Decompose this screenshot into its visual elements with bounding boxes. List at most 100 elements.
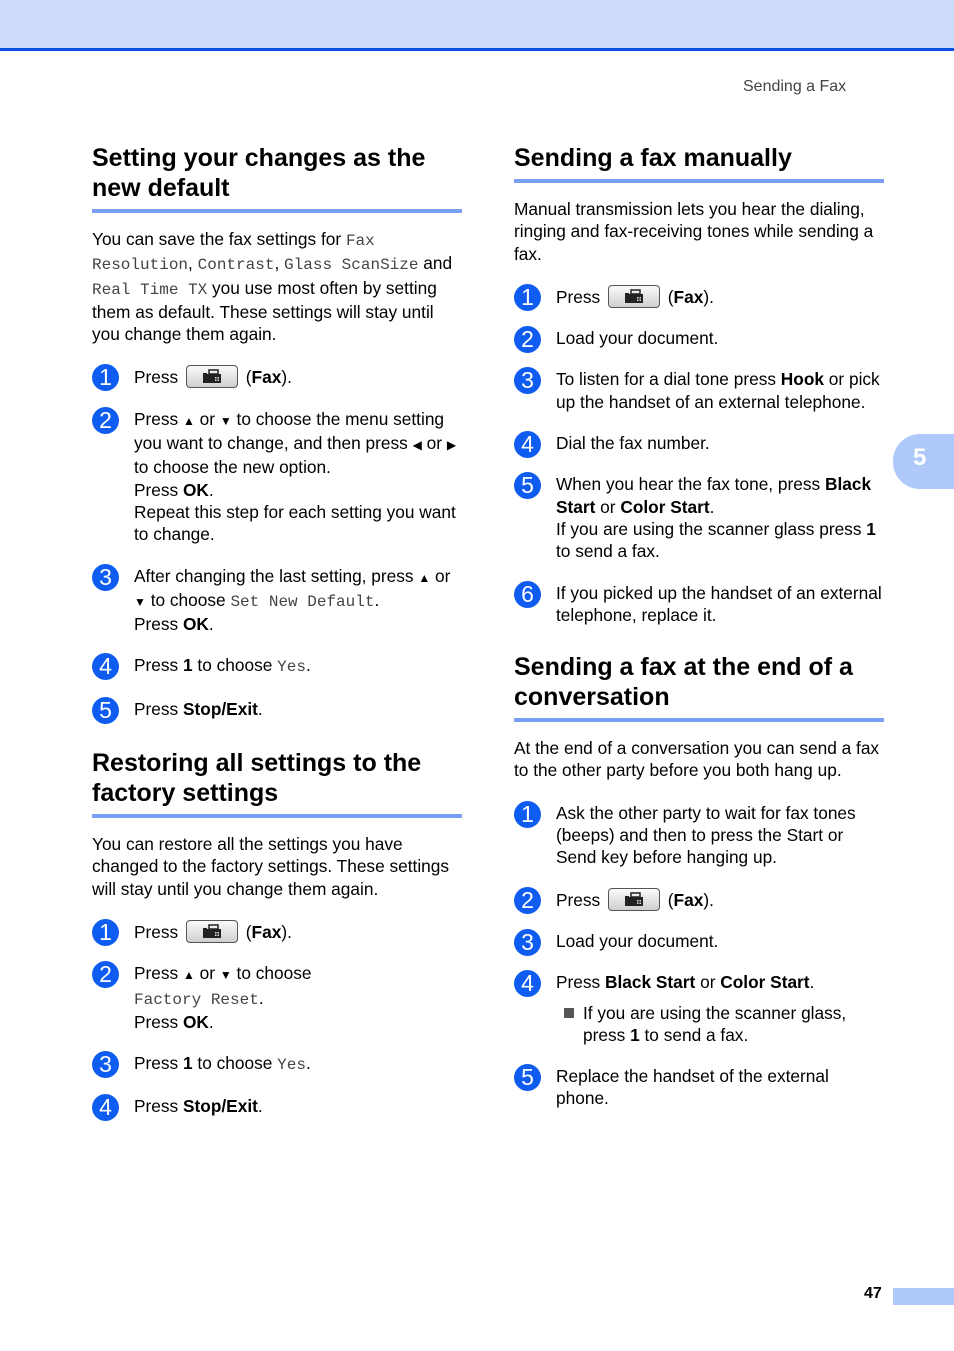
page-bar [893,1288,954,1305]
chapter-tab[interactable]: 5 [893,434,954,489]
text-run: Press [556,286,605,307]
text-run: Press [134,698,183,719]
step-text: After changing the last setting, press ▲… [134,565,462,636]
step-item: 1 Press (Fax). [92,364,462,392]
lcd-menu-text: Factory Reset [134,990,259,1009]
text-run: You can restore all the settings you hav… [92,834,450,899]
key-name: Fax [673,889,704,910]
fax-icon [202,369,221,384]
text-run: Press [556,889,605,910]
text-run: or [194,963,220,984]
text-run: Press [134,655,183,676]
key-name: 1 [182,1053,193,1074]
step-item: 1 Press (Fax). [514,283,884,311]
step-item: 5 When you hear the fax tone, press Black… [514,472,884,562]
text-run: Repeat this step for each setting you wa… [134,501,456,545]
text-run: Press [134,1053,183,1074]
text-run: or [421,433,447,454]
text-run: To listen for a dial tone press [556,369,781,390]
fax-icon [624,891,643,906]
key-name: Stop/Exit [182,1096,258,1117]
arrow-key-icon: ▲ [418,570,431,585]
step-text: Press Stop/Exit. [134,698,462,720]
running-header: Sending a Fax [743,78,847,95]
text-run: to choose [145,589,231,610]
text-run: to choose the new option. [134,457,331,478]
text-run: ( [240,921,252,942]
text-run: ( [662,889,674,910]
text-run: Dial the fax number. [556,433,710,454]
section-set-default: Setting your changes as the new default Y… [92,143,462,724]
arrow-key-icon: ▲ [182,968,195,983]
text-run: When you hear the fax tone, press [556,474,825,495]
arrow-key-icon: ▲ [182,413,195,428]
step-number-icon: 3 [514,367,541,395]
step-item: 2 Press (Fax). [514,886,884,914]
fax-button [607,284,660,308]
text-run: At the end of a conversation you can sen… [514,738,880,781]
text-run: ( [240,367,252,388]
key-name: 1 [866,518,876,539]
step-number-icon: 4 [514,431,541,459]
text-run: to send a fax. [556,541,660,562]
step-text: Ask the other party to wait for fax tone… [556,802,884,869]
key-name: Hook [780,369,824,390]
step-item: 1 Press (Fax). [92,918,462,946]
section-heading: Sending a fax at the end of a conversati… [514,652,884,723]
text-run: Press [556,972,605,993]
top-band [0,0,954,51]
right-column: Sending a fax manually Manual transmissio… [514,143,884,1110]
key-name: OK [182,1011,209,1032]
key-name: 1 [630,1024,640,1045]
step-item: 2 Press ▲ or ▼ to choose the menu setting… [92,406,462,546]
step-text: Load your document. [556,930,884,952]
key-name: Color Start [720,972,810,993]
text-run: Load your document. [556,328,719,349]
text-run: Press [134,614,183,635]
key-name: Black Start [604,972,696,993]
step-item: 1 Ask the other party to wait for fax ton… [514,800,884,869]
text-run: ). [703,286,714,307]
section-send-manually: Sending a fax manually Manual transmissio… [514,143,884,626]
text-run: . [257,698,263,719]
step-text: Dial the fax number. [556,432,884,454]
text-run: . [257,1096,263,1117]
step-item: 4 Press Stop/Exit. [92,1094,462,1122]
lcd-menu-text: Set New Default [230,592,375,611]
step-text: To listen for a dial tone press Hook or … [556,368,884,413]
fax-button [185,365,238,389]
bullet-item: If you are using the scanner glass, pres… [556,1002,884,1047]
text-run: Ask the other party to wait for fax tone… [556,802,856,868]
text-run: to choose [231,963,312,984]
step-number-icon: 3 [92,563,119,591]
text-run: After changing the last setting, press [134,565,419,586]
text-run: Replace the handset of the external phon… [556,1066,829,1109]
section-intro: You can restore all the settings you hav… [92,833,462,900]
step-number-icon: 1 [514,283,541,311]
lcd-menu-text: Glass ScanSize [284,256,419,275]
step-number-icon: 2 [514,326,541,354]
step-list: 1 Press (Fax). 2 Press ▲ or ▼ to choose Fac… [92,918,462,1122]
key-name: OK [182,614,209,635]
text-run: . [305,655,311,676]
step-text: If you picked up the handset of an exter… [556,582,884,627]
step-number-icon: 5 [92,696,119,724]
lcd-menu-text: Contrast [197,256,275,275]
step-text: Press (Fax). [134,919,462,943]
arrow-key-icon: ▼ [134,594,146,609]
text-run: . [305,1053,311,1074]
text-run: to send a fax. [639,1024,749,1045]
chapter-number: 5 [913,444,927,471]
text-run: Press [134,1011,183,1032]
fax-button [185,919,238,943]
text-run: . [208,614,214,635]
step-item: 4 Press Black Start or Color Start. If you… [514,970,884,1047]
page-number: 47 [864,1285,882,1302]
text-run: . [258,987,264,1008]
section-heading: Sending a fax manually [514,143,884,183]
section-intro: Manual transmission lets you hear the di… [514,198,884,265]
text-run: to choose [192,655,278,676]
section-heading: Setting your changes as the new default [92,143,462,213]
step-item: 5 Replace the handset of the external pho… [514,1064,884,1110]
step-number-icon: 2 [92,406,119,434]
